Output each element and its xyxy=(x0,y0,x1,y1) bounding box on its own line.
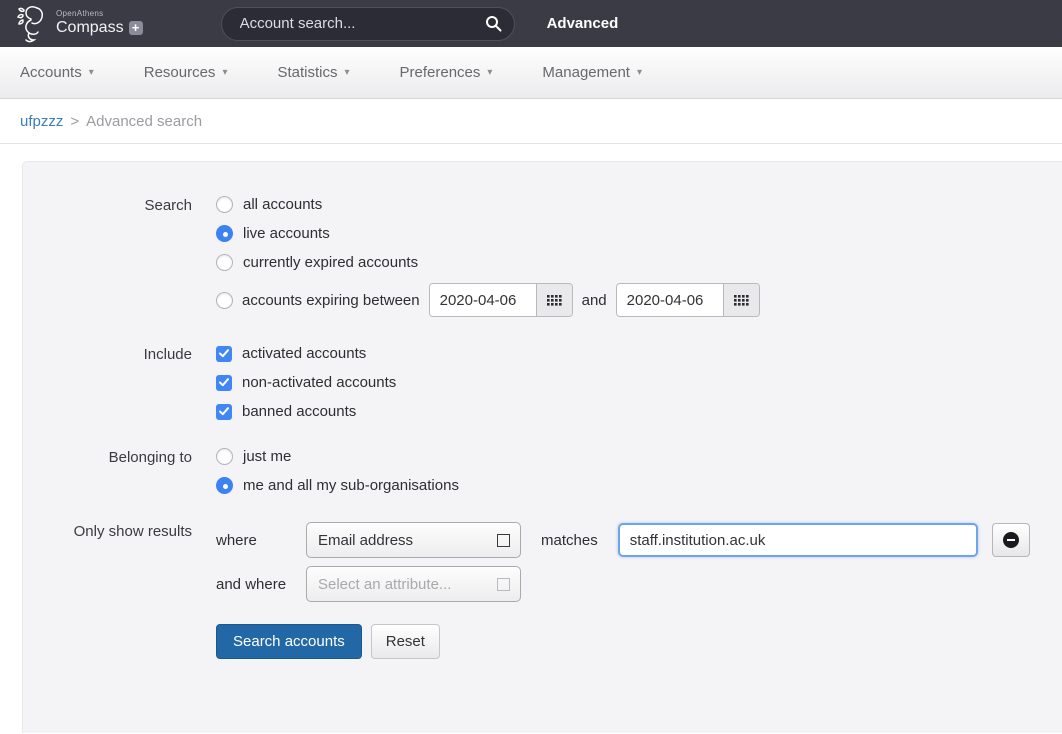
reset-button[interactable]: Reset xyxy=(371,624,440,659)
matches-label: matches xyxy=(541,532,598,549)
brand-logo[interactable]: OpenAthens Compass + xyxy=(16,4,143,44)
search-group: Search all accounts live accounts curren… xyxy=(47,196,1062,317)
breadcrumb-org-link[interactable]: ufpzzz xyxy=(20,113,63,130)
attribute-select-placeholder: Select an attribute... xyxy=(318,576,451,593)
filters-group: Only show results where Email address ma… xyxy=(47,522,1062,659)
include-group-label: Include xyxy=(47,345,192,420)
checkbox-label: activated accounts xyxy=(242,345,366,362)
and-where-label: and where xyxy=(216,576,290,593)
date-from-input[interactable] xyxy=(430,284,536,316)
checkbox-activated-accounts[interactable] xyxy=(216,346,232,362)
radio-all-accounts[interactable] xyxy=(216,196,233,213)
app-header: OpenAthens Compass + Advanced xyxy=(0,0,1062,47)
checkbox-banned-accounts[interactable] xyxy=(216,404,232,420)
radio-option-expired-accounts: currently expired accounts xyxy=(216,254,1062,271)
checkbox-label: non-activated accounts xyxy=(242,374,396,391)
remove-filter-button[interactable] xyxy=(992,523,1030,557)
advanced-search-link[interactable]: Advanced xyxy=(547,15,619,32)
radio-option-expiring-between: accounts expiring between and xyxy=(216,283,1062,317)
checkbox-label: banned accounts xyxy=(242,403,356,420)
radio-label: currently expired accounts xyxy=(243,254,418,271)
attribute-select-1[interactable]: Email address xyxy=(306,522,521,558)
radio-expired-accounts[interactable] xyxy=(216,254,233,271)
main-nav: Accounts ▾ Resources ▾ Statistics ▾ Pref… xyxy=(0,47,1062,99)
chevron-down-icon: ▾ xyxy=(222,67,227,78)
radio-label: accounts expiring between xyxy=(242,292,420,309)
include-group: Include activated accounts non-activated… xyxy=(47,345,1062,420)
radio-option-me-and-subs: me and all my sub-organisations xyxy=(216,477,1062,494)
radio-label: just me xyxy=(243,448,291,465)
filters-group-label: Only show results xyxy=(47,522,192,659)
search-group-label: Search xyxy=(47,196,192,317)
breadcrumb: ufpzzz > Advanced search xyxy=(0,99,1062,144)
check-icon xyxy=(219,378,229,387)
radio-label: all accounts xyxy=(243,196,322,213)
date-from-group xyxy=(429,283,573,317)
radio-expiring-between[interactable] xyxy=(216,292,233,309)
breadcrumb-current-page: Advanced search xyxy=(86,113,202,130)
chevron-down-icon: ▾ xyxy=(89,67,94,78)
date-to-input[interactable] xyxy=(617,284,723,316)
radio-option-all-accounts: all accounts xyxy=(216,196,1062,213)
owl-logo-icon xyxy=(16,4,50,44)
brand-text: OpenAthens Compass + xyxy=(56,10,143,36)
breadcrumb-separator: > xyxy=(70,113,79,130)
search-icon[interactable] xyxy=(485,15,502,32)
brand-top-label: OpenAthens xyxy=(56,10,143,19)
date-to-calendar-button[interactable] xyxy=(723,284,759,316)
radio-label: me and all my sub-organisations xyxy=(243,477,459,494)
calendar-grid-icon xyxy=(734,295,749,306)
plus-badge-icon: + xyxy=(129,21,143,35)
dropdown-box-icon xyxy=(497,534,510,547)
nav-item-management[interactable]: Management ▾ xyxy=(542,64,642,81)
radio-option-just-me: just me xyxy=(216,448,1062,465)
minus-icon xyxy=(1003,532,1019,548)
chevron-down-icon: ▾ xyxy=(487,67,492,78)
check-icon xyxy=(219,349,229,358)
calendar-grid-icon xyxy=(547,295,562,306)
radio-me-and-sub-organisations[interactable] xyxy=(216,477,233,494)
check-icon xyxy=(219,407,229,416)
account-search-pill[interactable] xyxy=(221,7,515,41)
attribute-select-2[interactable]: Select an attribute... xyxy=(306,566,521,602)
brand-name-label: Compass xyxy=(56,19,124,37)
search-accounts-button[interactable]: Search accounts xyxy=(216,624,362,659)
date-and-label: and xyxy=(582,292,607,309)
date-from-calendar-button[interactable] xyxy=(536,284,572,316)
chevron-down-icon: ▾ xyxy=(637,67,642,78)
nav-item-statistics[interactable]: Statistics ▾ xyxy=(277,64,349,81)
date-to-group xyxy=(616,283,760,317)
attribute-select-value: Email address xyxy=(318,532,413,549)
nav-item-accounts[interactable]: Accounts ▾ xyxy=(20,64,94,81)
form-actions: Search accounts Reset xyxy=(216,624,1062,659)
filter-row-1: where Email address matches xyxy=(216,522,1062,558)
checkbox-non-activated-accounts[interactable] xyxy=(216,375,232,391)
filter-value-input[interactable] xyxy=(618,523,978,557)
belonging-group-label: Belonging to xyxy=(47,448,192,494)
checkbox-option-non-activated: non-activated accounts xyxy=(216,374,1062,391)
radio-live-accounts[interactable] xyxy=(216,225,233,242)
radio-just-me[interactable] xyxy=(216,448,233,465)
account-search-input[interactable] xyxy=(240,15,485,32)
filter-row-2: and where Select an attribute... xyxy=(216,566,1062,602)
nav-item-resources[interactable]: Resources ▾ xyxy=(144,64,228,81)
dropdown-box-icon xyxy=(497,578,510,591)
checkbox-option-activated: activated accounts xyxy=(216,345,1062,362)
belonging-group: Belonging to just me me and all my sub-o… xyxy=(47,448,1062,494)
advanced-search-panel: Search all accounts live accounts curren… xyxy=(22,161,1062,733)
checkbox-option-banned: banned accounts xyxy=(216,403,1062,420)
radio-option-live-accounts: live accounts xyxy=(216,225,1062,242)
where-label: where xyxy=(216,532,290,549)
chevron-down-icon: ▾ xyxy=(344,67,349,78)
radio-label: live accounts xyxy=(243,225,330,242)
nav-item-preferences[interactable]: Preferences ▾ xyxy=(400,64,493,81)
